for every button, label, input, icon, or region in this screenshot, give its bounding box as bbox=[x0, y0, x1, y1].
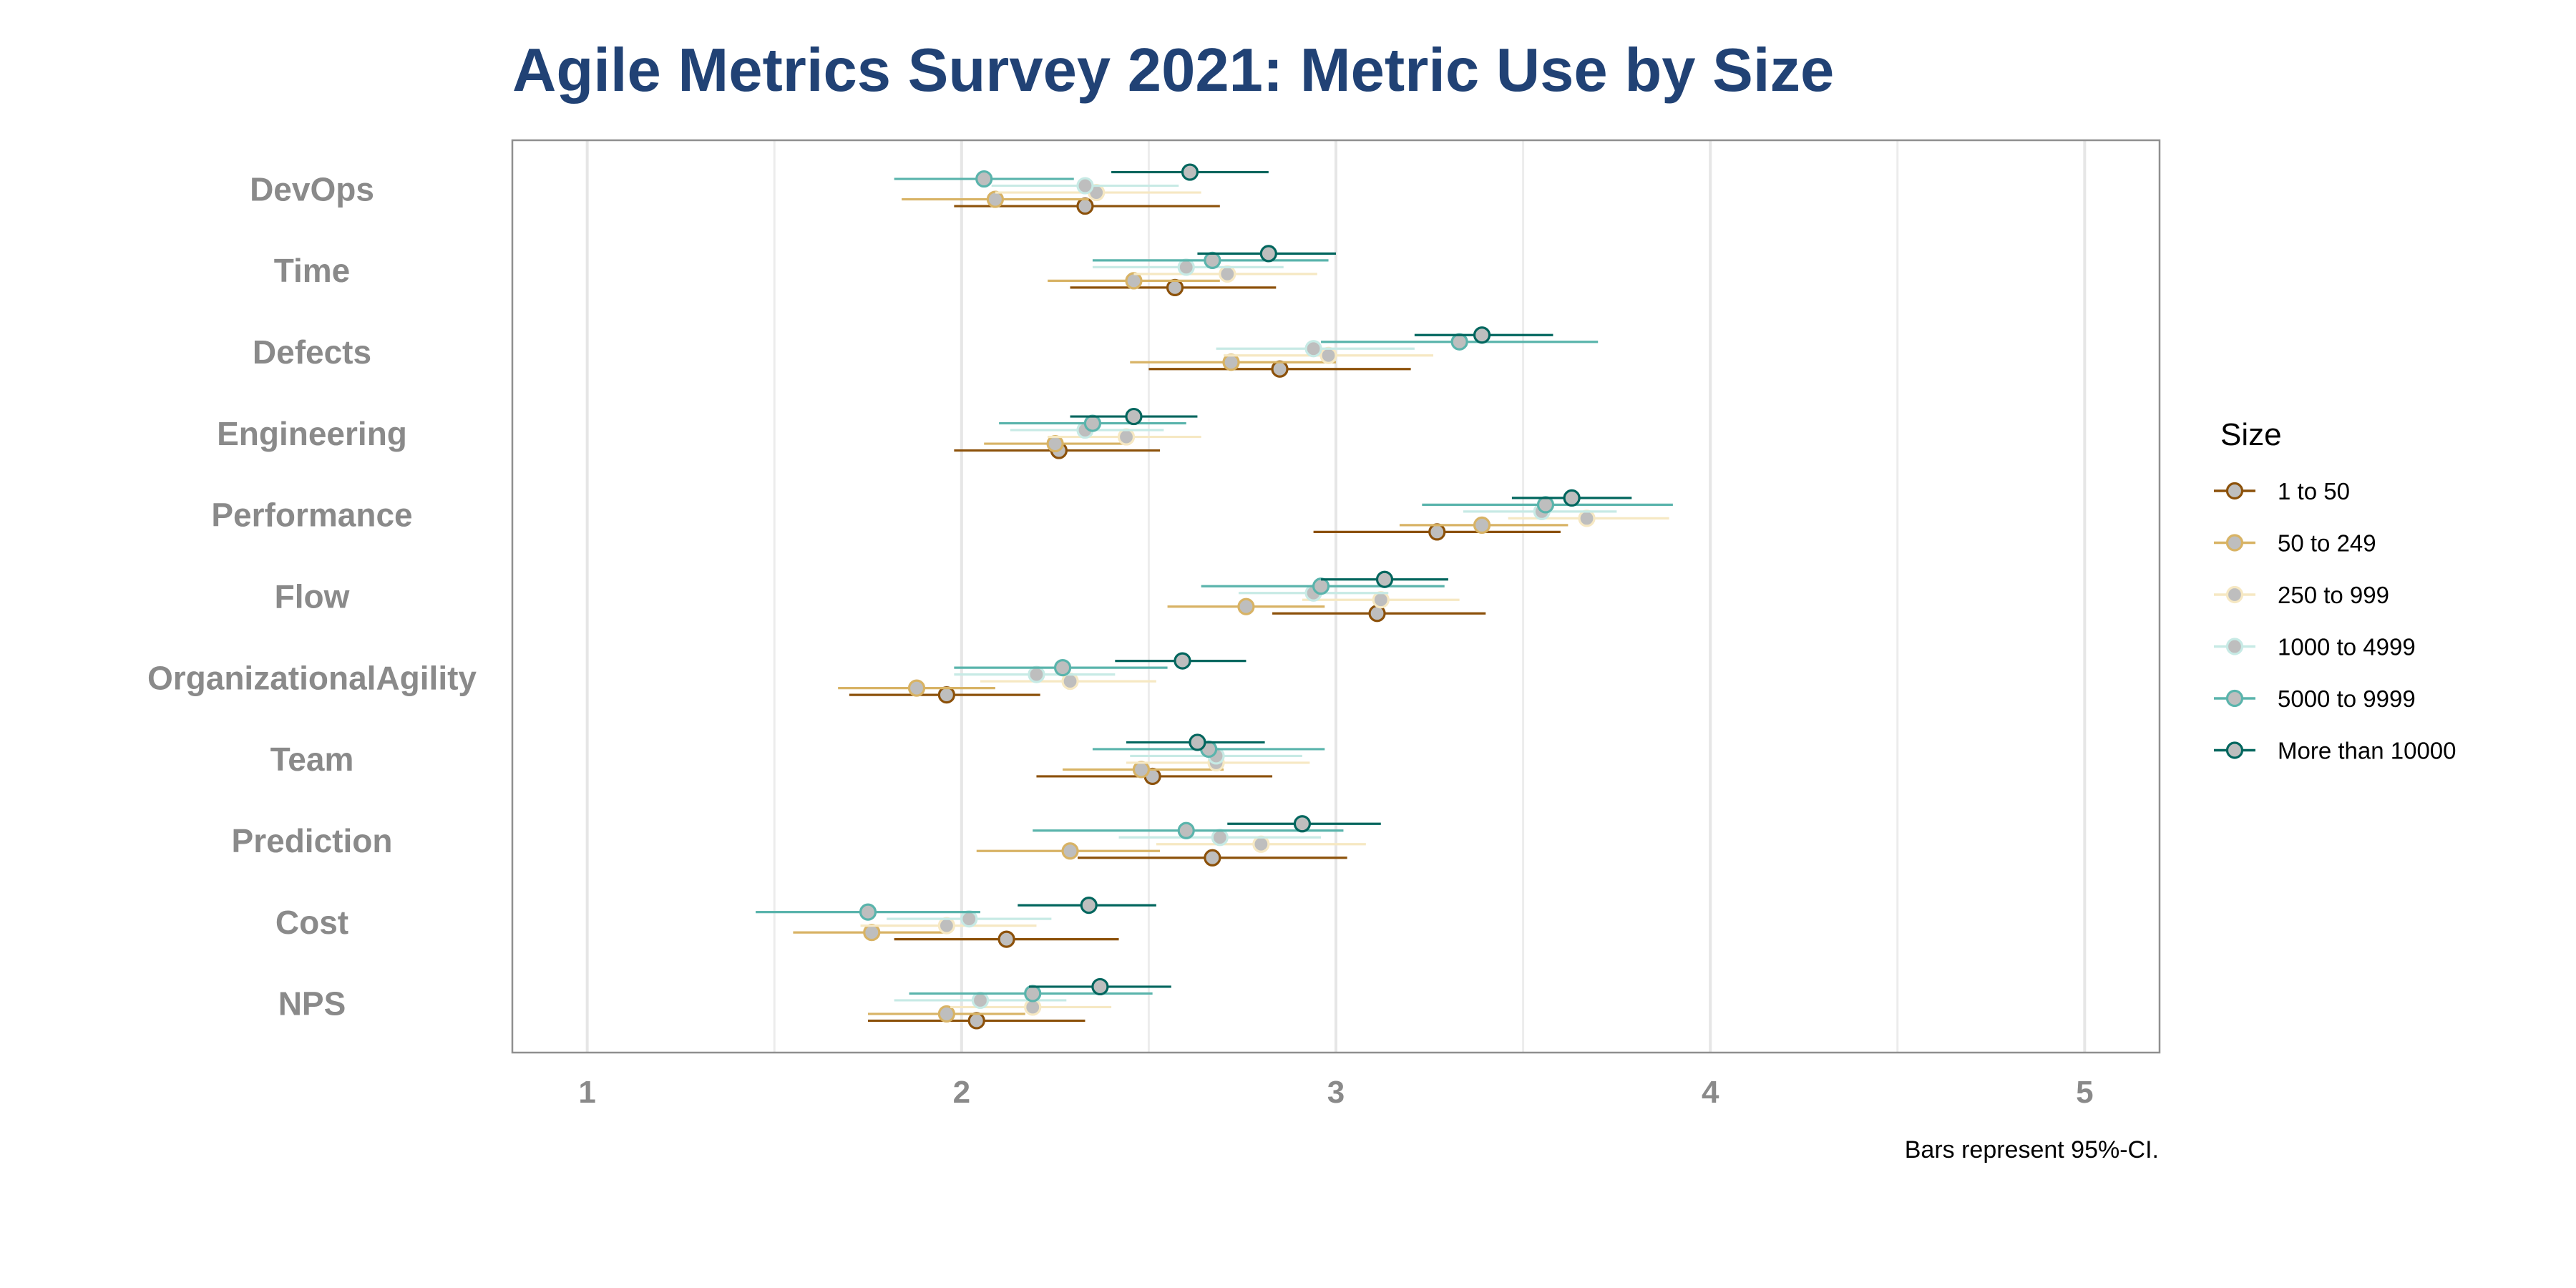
x-tick-label: 2 bbox=[953, 1075, 970, 1110]
chart: Agile Metrics Survey 2021: Metric Use by… bbox=[0, 0, 2576, 1288]
data-point bbox=[1189, 733, 1206, 751]
data-point bbox=[975, 170, 993, 188]
data-point bbox=[1125, 272, 1143, 290]
data-point bbox=[1319, 346, 1337, 364]
data-point bbox=[1259, 245, 1277, 263]
y-tick-label: Engineering bbox=[217, 415, 407, 452]
data-point bbox=[1061, 842, 1079, 860]
y-tick-label: OrganizationalAgility bbox=[147, 659, 477, 696]
data-point bbox=[1563, 489, 1581, 507]
data-point bbox=[1080, 897, 1098, 914]
data-point bbox=[1428, 523, 1446, 541]
data-point bbox=[960, 910, 978, 928]
data-point bbox=[1132, 761, 1151, 779]
data-point bbox=[1125, 407, 1143, 426]
x-tick-label: 1 bbox=[578, 1075, 595, 1110]
caption: Bars represent 95%-CI. bbox=[1905, 1136, 2159, 1163]
data-point bbox=[1252, 835, 1270, 853]
data-point bbox=[1204, 251, 1221, 269]
legend-label: 1 to 50 bbox=[2278, 478, 2350, 504]
data-point bbox=[1372, 591, 1390, 609]
data-point bbox=[1166, 278, 1184, 296]
y-tick-label: Cost bbox=[275, 904, 348, 941]
data-point bbox=[1375, 570, 1394, 588]
data-point bbox=[1053, 658, 1072, 677]
data-point bbox=[1450, 333, 1468, 351]
legend-key-point bbox=[2225, 638, 2244, 655]
data-point bbox=[863, 924, 881, 942]
data-point bbox=[937, 1005, 955, 1023]
data-point bbox=[1177, 821, 1195, 839]
data-point bbox=[1204, 849, 1221, 867]
data-point bbox=[1177, 258, 1195, 276]
y-tick-label: Team bbox=[270, 741, 354, 778]
legend-key-point bbox=[2225, 534, 2244, 552]
y-tick-label: Flow bbox=[275, 578, 350, 615]
data-point bbox=[1117, 428, 1136, 446]
x-tick-label: 3 bbox=[1327, 1075, 1345, 1110]
y-tick-label: Defects bbox=[253, 333, 371, 371]
data-point bbox=[1174, 652, 1191, 670]
legend-label: More than 10000 bbox=[2278, 738, 2457, 764]
data-point bbox=[1312, 577, 1330, 595]
legend-key-point bbox=[2225, 482, 2244, 500]
data-point bbox=[1473, 326, 1491, 344]
data-point bbox=[907, 679, 926, 697]
y-tick-label: Performance bbox=[211, 497, 412, 534]
data-point bbox=[967, 1012, 985, 1030]
legend-label: 250 to 999 bbox=[2278, 582, 2389, 608]
data-point bbox=[1293, 815, 1312, 833]
y-tick-label: NPS bbox=[278, 985, 346, 1023]
data-point bbox=[1028, 665, 1045, 683]
legend-title: Size bbox=[2220, 417, 2282, 452]
data-point bbox=[1222, 353, 1240, 371]
data-point bbox=[1083, 414, 1102, 432]
data-point bbox=[1536, 496, 1555, 514]
data-point bbox=[937, 917, 955, 935]
legend-key-point bbox=[2225, 585, 2244, 604]
data-point bbox=[1076, 197, 1094, 215]
data-point bbox=[1091, 977, 1109, 996]
legend-label: 50 to 249 bbox=[2278, 530, 2376, 557]
data-point bbox=[859, 903, 877, 921]
data-point bbox=[1046, 434, 1064, 453]
data-point bbox=[1578, 509, 1596, 527]
data-point bbox=[986, 190, 1005, 208]
data-point bbox=[1181, 163, 1199, 181]
data-point bbox=[1076, 177, 1094, 195]
legend-label: 1000 to 4999 bbox=[2278, 634, 2416, 660]
legend-label: 5000 to 9999 bbox=[2278, 686, 2416, 712]
data-point bbox=[1237, 597, 1255, 615]
data-point bbox=[1271, 360, 1289, 378]
data-point bbox=[1219, 265, 1236, 283]
y-tick-label: Prediction bbox=[232, 822, 393, 859]
chart-title: Agile Metrics Survey 2021: Metric Use by… bbox=[512, 36, 1834, 104]
data-point bbox=[997, 930, 1015, 948]
y-tick-label: DevOps bbox=[250, 170, 374, 208]
legend-key-point bbox=[2225, 741, 2244, 759]
x-tick-label: 5 bbox=[2076, 1075, 2093, 1110]
data-point bbox=[1304, 340, 1322, 358]
y-tick-label: Time bbox=[274, 252, 351, 289]
plot-panel bbox=[511, 139, 2161, 1054]
data-point bbox=[937, 686, 955, 704]
data-point bbox=[1473, 516, 1491, 535]
data-point bbox=[971, 991, 990, 1010]
x-tick-label: 4 bbox=[1702, 1075, 1719, 1110]
legend-key-point bbox=[2225, 689, 2244, 708]
data-point bbox=[1024, 985, 1042, 1002]
data-point bbox=[1211, 829, 1229, 847]
